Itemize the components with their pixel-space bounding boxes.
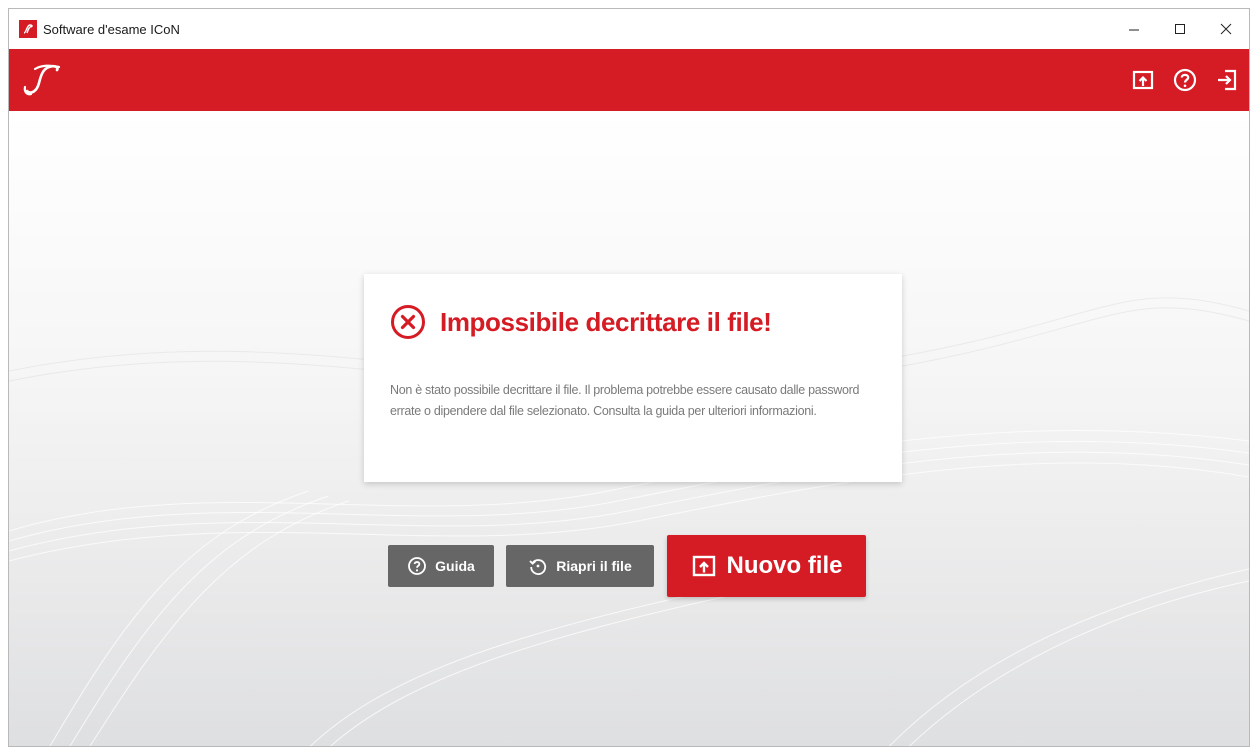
- main-content: Impossibile decrittare il file! Non è st…: [9, 111, 1249, 746]
- help-icon[interactable]: [1169, 64, 1201, 96]
- maximize-icon[interactable]: [1157, 9, 1203, 49]
- window-controls: [1111, 9, 1249, 49]
- window-title: Software d'esame ICoN: [43, 21, 180, 37]
- new-file-button[interactable]: Nuovo file: [667, 535, 866, 597]
- header-actions: [1127, 64, 1243, 96]
- open-file-icon[interactable]: [1127, 64, 1159, 96]
- title-bar[interactable]: Software d'esame ICoN: [9, 9, 1249, 49]
- app-header: [9, 49, 1249, 111]
- error-dialog: Impossibile decrittare il file! Non è st…: [364, 274, 902, 482]
- app-window: Software d'esame ICoN Impossibile decrit…: [8, 8, 1250, 747]
- dialog-header: Impossibile decrittare il file!: [390, 304, 772, 340]
- help-icon: [408, 557, 427, 575]
- exit-icon[interactable]: [1211, 64, 1243, 96]
- app-logo-icon: [19, 20, 37, 38]
- dialog-title: Impossibile decrittare il file!: [440, 306, 772, 337]
- new-file-button-label: Nuovo file: [726, 552, 843, 579]
- brand-logo-icon: [23, 64, 61, 96]
- reopen-icon: [529, 559, 547, 575]
- open-file-icon: [693, 555, 716, 577]
- close-icon[interactable]: [1203, 9, 1249, 49]
- reopen-file-button[interactable]: Riapri il file: [506, 545, 654, 587]
- error-circle-x-icon: [391, 305, 425, 339]
- minimize-icon[interactable]: [1111, 9, 1157, 49]
- guide-button[interactable]: Guida: [388, 545, 494, 587]
- guide-button-label: Guida: [435, 558, 475, 574]
- reopen-button-label: Riapri il file: [556, 558, 632, 574]
- dialog-message: Non è stato possibile decrittare il file…: [390, 383, 860, 418]
